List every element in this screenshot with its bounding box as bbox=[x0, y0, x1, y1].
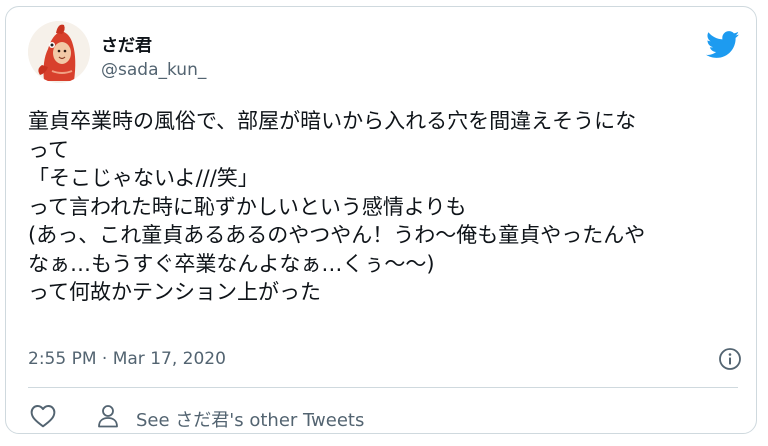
avatar[interactable] bbox=[28, 21, 90, 83]
tweet-line: って何故かテンション上がった bbox=[28, 280, 321, 304]
heart-icon[interactable] bbox=[30, 404, 56, 428]
twitter-bird-icon[interactable] bbox=[706, 31, 740, 59]
username[interactable]: @sada_kun_ bbox=[101, 60, 206, 80]
tweet-line: って言われた時に恥ずかしいという感情よりも bbox=[28, 194, 467, 219]
divider bbox=[28, 387, 738, 388]
info-icon[interactable] bbox=[718, 347, 742, 371]
person-icon[interactable] bbox=[97, 404, 119, 428]
tweet-card: さだ君 @sada_kun_ 童貞卒業時の風俗で、部屋が暗いから入れる穴を間違え… bbox=[5, 6, 757, 434]
fish-costume-avatar-icon bbox=[28, 21, 90, 83]
tweet-line: 「そこじゃないよ///笑」 bbox=[28, 166, 259, 190]
timestamp[interactable]: 2:55 PM · Mar 17, 2020 bbox=[28, 349, 226, 369]
tweet-line: なぁ…もうすぐ卒業なんよなぁ…くぅ〜〜) bbox=[28, 251, 435, 276]
tweet-line: 童貞卒業時の風俗で、部屋が暗いから入れる穴を間違えそうにな bbox=[28, 109, 637, 133]
see-other-tweets-link[interactable]: See さだ君's other Tweets bbox=[136, 406, 364, 432]
tweet-line: (あっ、これ童貞あるあるのやつやん！うわ〜俺も童貞やったんや bbox=[28, 223, 646, 247]
tweet-line: って bbox=[28, 137, 69, 162]
display-name[interactable]: さだ君 bbox=[101, 31, 152, 56]
tweet-text: 童貞卒業時の風俗で、部屋が暗いから入れる穴を間違えそうにな って 「そこじゃない… bbox=[28, 107, 738, 307]
